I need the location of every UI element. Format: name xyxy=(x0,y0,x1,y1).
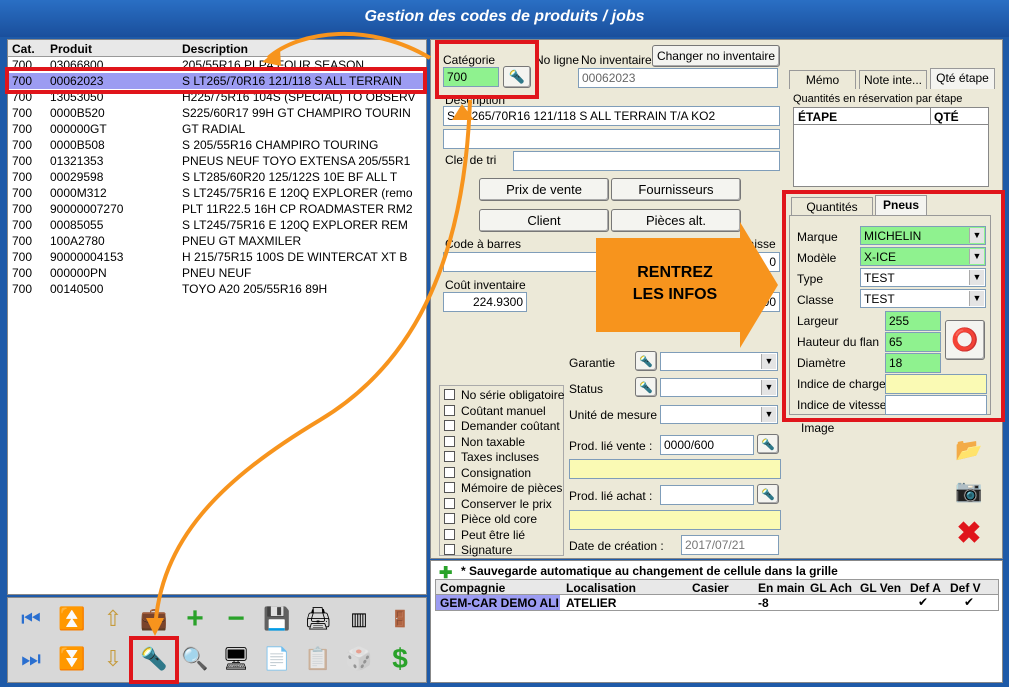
callout-line-1: RENTREZ xyxy=(637,264,713,281)
annotation-arrows xyxy=(146,32,778,636)
arrow-head-top xyxy=(262,48,281,66)
callout-line-2: LES INFOS xyxy=(632,286,718,303)
arrow-head-bottom xyxy=(146,618,164,636)
callout-text: RENTREZ LES INFOS xyxy=(600,262,750,306)
arrow-top-curve xyxy=(266,32,432,60)
arrow-long-curve xyxy=(153,99,472,631)
